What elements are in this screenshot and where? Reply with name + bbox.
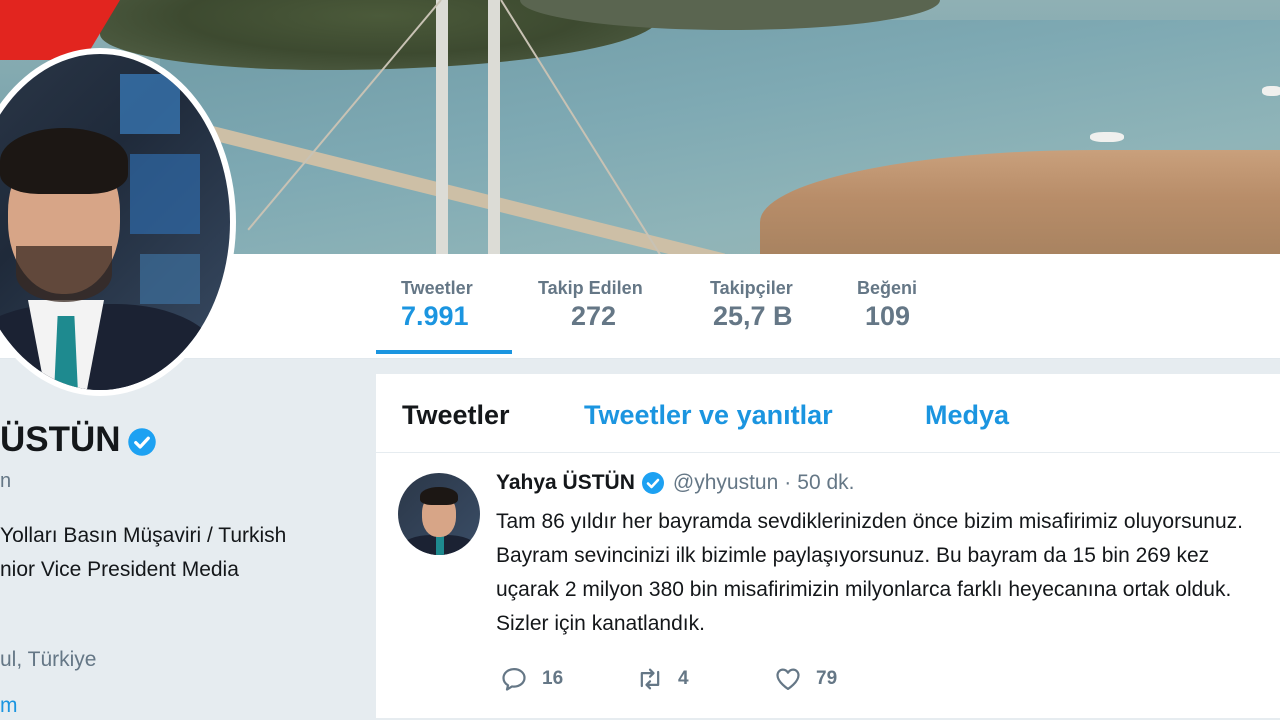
avatar-bg-screen: [130, 154, 200, 234]
heart-icon: [776, 668, 800, 691]
bio-line: Yolları Basın Müşaviri / Turkish: [0, 524, 287, 547]
tweet-text-line: uçarak 2 milyon 380 bin misafirimizin mi…: [496, 578, 1232, 601]
boat: [1262, 86, 1280, 96]
profile-handle: n: [0, 470, 12, 492]
timeline: Tweetler Tweetler ve yanıtlar Medya Yahy…: [376, 374, 1280, 720]
like-count: 79: [816, 668, 838, 689]
profile-name: ÜSTÜN: [0, 420, 121, 459]
tweet-avatar[interactable]: [398, 473, 480, 555]
profile-link[interactable]: m: [0, 694, 18, 718]
stat-likes[interactable]: Beğeni 109: [857, 278, 917, 332]
stat-followers[interactable]: Takipçiler 25,7 B: [710, 278, 793, 332]
verified-badge-icon: [641, 472, 664, 494]
tweet-text-line: Tam 86 yıldır her bayramda sevdikleriniz…: [496, 510, 1243, 533]
tab-tweets[interactable]: Tweetler: [402, 400, 510, 431]
boat: [1090, 132, 1124, 142]
tweet-header: Yahya ÜSTÜN @yhyustun · 50 dk.: [496, 471, 854, 495]
avatar-tie: [436, 535, 444, 555]
bridge-tower: [488, 0, 500, 254]
avatar-hair: [0, 128, 128, 194]
stat-value: 25,7 B: [713, 301, 793, 331]
tweet-actions: 16 4 79: [496, 665, 996, 695]
profile-name-row: ÜSTÜN: [0, 420, 157, 460]
reply-count: 16: [542, 668, 564, 689]
stat-value: 272: [571, 301, 617, 331]
tab-tweets-replies[interactable]: Tweetler ve yanıtlar: [584, 400, 833, 431]
retweet-count: 4: [678, 668, 689, 689]
stat-tweets[interactable]: Tweetler 7.991: [401, 278, 473, 332]
bio-line: nior Vice President Media: [0, 558, 239, 581]
reply-button[interactable]: 16: [500, 665, 563, 693]
avatar-bg-screen: [140, 254, 200, 304]
verified-badge-icon: [127, 428, 156, 456]
stat-label: Takipçiler: [710, 278, 793, 298]
tab-media[interactable]: Medya: [925, 400, 1009, 431]
like-button[interactable]: 79: [774, 665, 837, 693]
tweet-separator: ·: [784, 471, 792, 494]
retweet-icon: [640, 668, 660, 690]
avatar-bg-screen: [120, 74, 180, 134]
retweet-button[interactable]: 4: [636, 665, 689, 693]
reply-icon: [502, 667, 526, 691]
tweet-author-name[interactable]: Yahya ÜSTÜN: [496, 471, 635, 495]
stat-value: 109: [865, 301, 911, 331]
active-stat-underline: [376, 350, 512, 354]
avatar-hair: [420, 487, 458, 505]
stat-label: Tweetler: [401, 278, 473, 298]
tweet-timestamp[interactable]: 50 dk.: [797, 471, 854, 495]
tweet-text-line: Bayram sevincinizi ilk bizimle paylaşıyo…: [496, 544, 1210, 567]
profile-location: ul, Türkiye: [0, 648, 97, 671]
tweet-author-handle[interactable]: @yhyustun: [673, 471, 778, 495]
stat-label: Beğeni: [857, 278, 918, 298]
timeline-tabs: Tweetler Tweetler ve yanıtlar Medya: [376, 374, 1280, 453]
bridge-tower: [436, 0, 448, 254]
stat-label: Takip Edilen: [538, 278, 643, 298]
tweet-text-line: Sizler için kanatlandık.: [496, 612, 705, 635]
avatar-beard: [16, 246, 112, 302]
tweet-item[interactable]: Yahya ÜSTÜN @yhyustun · 50 dk. Tam 86 yı…: [376, 453, 1280, 720]
tweet-text: Tam 86 yıldır her bayramda sevdikleriniz…: [496, 505, 1280, 641]
stat-value: 7.991: [401, 301, 469, 331]
stat-following[interactable]: Takip Edilen 272: [538, 278, 643, 332]
profile-bio: Yolları Basın Müşaviri / Turkish nior Vi…: [0, 519, 370, 587]
